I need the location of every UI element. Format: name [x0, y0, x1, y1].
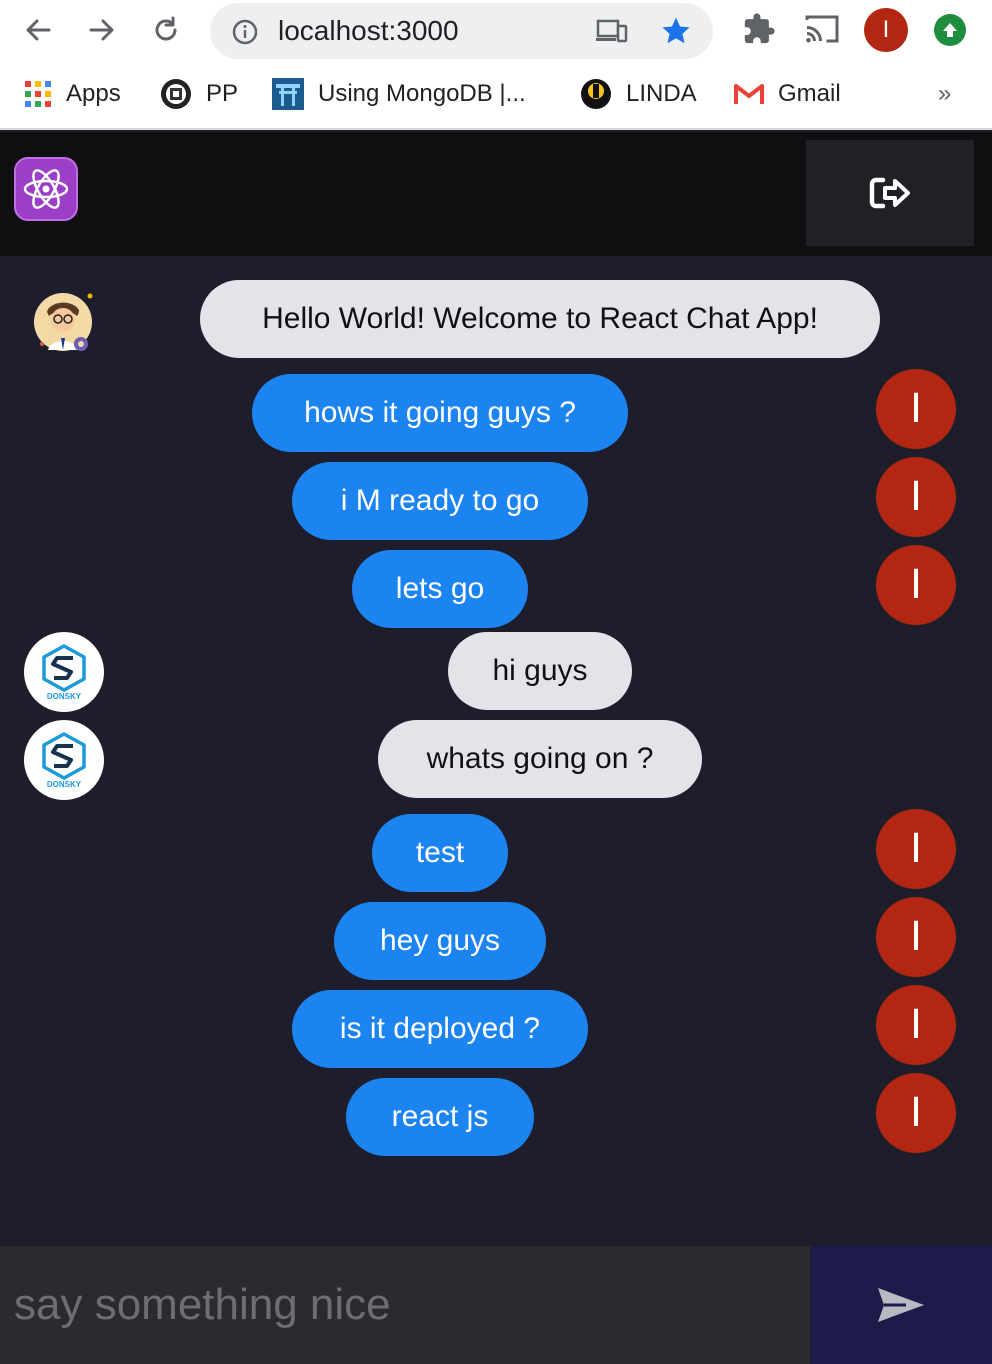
bookmark-gmail[interactable]: Gmail: [734, 78, 841, 110]
torii-favicon-icon: [272, 78, 304, 110]
bookmark-pp[interactable]: PP: [160, 78, 238, 110]
reload-icon: [155, 16, 177, 41]
bookmark-linda[interactable]: LINDA: [580, 78, 697, 110]
message-composer: [0, 1246, 810, 1364]
developer-avatar-icon: [34, 293, 93, 351]
pp-favicon-icon: [161, 79, 191, 109]
bookmark-star-icon[interactable]: [660, 15, 692, 52]
message-bubble-sent: is it deployed ?: [292, 990, 588, 1068]
logout-button[interactable]: [806, 140, 974, 246]
sender-avatar: I: [876, 985, 956, 1065]
url-text[interactable]: localhost:3000: [278, 15, 459, 47]
message-bubble-received: hi guys: [448, 632, 632, 710]
bookmarks-bar: Apps PP Using MongoDB |... LINDA Gmail »: [0, 62, 992, 130]
message-text: whats going on ?: [426, 742, 654, 775]
message-bubble-received: Hello World! Welcome to React Chat App!: [200, 280, 880, 358]
bookmarks-overflow-button[interactable]: »: [938, 80, 951, 108]
gmail-icon: [734, 84, 764, 104]
send-button[interactable]: [810, 1246, 992, 1364]
brand-avatar-label: DONSKY: [47, 780, 82, 788]
bookmark-label: Apps: [66, 80, 121, 107]
app-header: [0, 132, 992, 256]
message-text: i M ready to go: [340, 484, 540, 517]
bookmark-label: Gmail: [778, 80, 841, 107]
reload-button[interactable]: [146, 10, 186, 50]
react-atom-icon: [14, 157, 78, 221]
sender-avatar: I: [876, 457, 956, 537]
arrow-left-icon: [26, 19, 51, 41]
brand-avatar-label: DONSKY: [47, 692, 82, 700]
donsky-avatar: DONSKY: [24, 632, 104, 712]
message-bubble-sent: hows it going guys ?: [252, 374, 628, 452]
message-text: Hello World! Welcome to React Chat App!: [262, 302, 818, 335]
forward-button[interactable]: [82, 10, 122, 50]
browser-toolbar: localhost:3000 I: [0, 0, 992, 62]
sign-out-icon: [869, 177, 910, 209]
cast-icon[interactable]: [804, 12, 840, 51]
message-text: hey guys: [379, 924, 501, 957]
sender-avatar: I: [876, 369, 956, 449]
device-toggle-icon[interactable]: [596, 18, 628, 49]
message-text: is it deployed ?: [339, 1012, 541, 1045]
message-bubble-sent: lets go: [352, 550, 528, 628]
message-bubble-sent: react js: [346, 1078, 534, 1156]
message-text: test: [415, 836, 465, 869]
sender-avatar: I: [876, 897, 956, 977]
linda-favicon-icon: [581, 79, 611, 109]
donsky-avatar: DONSKY: [24, 720, 104, 800]
bookmark-label: LINDA: [626, 80, 697, 107]
back-button[interactable]: [18, 10, 58, 50]
donsky-logo-icon: DONSKY: [42, 732, 86, 788]
apps-grid-icon: [25, 81, 51, 107]
bookmark-apps[interactable]: Apps: [24, 78, 121, 110]
profile-avatar[interactable]: I: [864, 8, 908, 52]
bookmark-label: PP: [206, 80, 239, 107]
sender-avatar: I: [876, 545, 956, 625]
arrow-right-icon: [89, 19, 114, 41]
address-bar[interactable]: localhost:3000: [210, 3, 713, 59]
message-input[interactable]: [0, 1246, 810, 1364]
message-bubble-sent: i M ready to go: [292, 462, 588, 540]
message-text: react js: [391, 1100, 489, 1133]
update-arrow-icon[interactable]: [934, 14, 966, 46]
sender-avatar: I: [876, 809, 956, 889]
message-bubble-sent: hey guys: [334, 902, 546, 980]
message-bubble-received: whats going on ?: [378, 720, 702, 798]
message-text: lets go: [395, 572, 485, 605]
paper-plane-icon: [878, 1288, 924, 1322]
bookmark-mongodb[interactable]: Using MongoDB |...: [272, 78, 526, 110]
admin-avatar: [30, 290, 100, 354]
message-text: hows it going guys ?: [304, 396, 576, 429]
extensions-puzzle-icon[interactable]: [742, 12, 776, 51]
bookmark-label: Using MongoDB |...: [318, 80, 526, 107]
donsky-logo-icon: DONSKY: [42, 644, 86, 700]
site-info-icon[interactable]: [232, 19, 258, 50]
message-text: hi guys: [492, 654, 588, 687]
sender-avatar: I: [876, 1073, 956, 1153]
message-bubble-sent: test: [372, 814, 508, 892]
